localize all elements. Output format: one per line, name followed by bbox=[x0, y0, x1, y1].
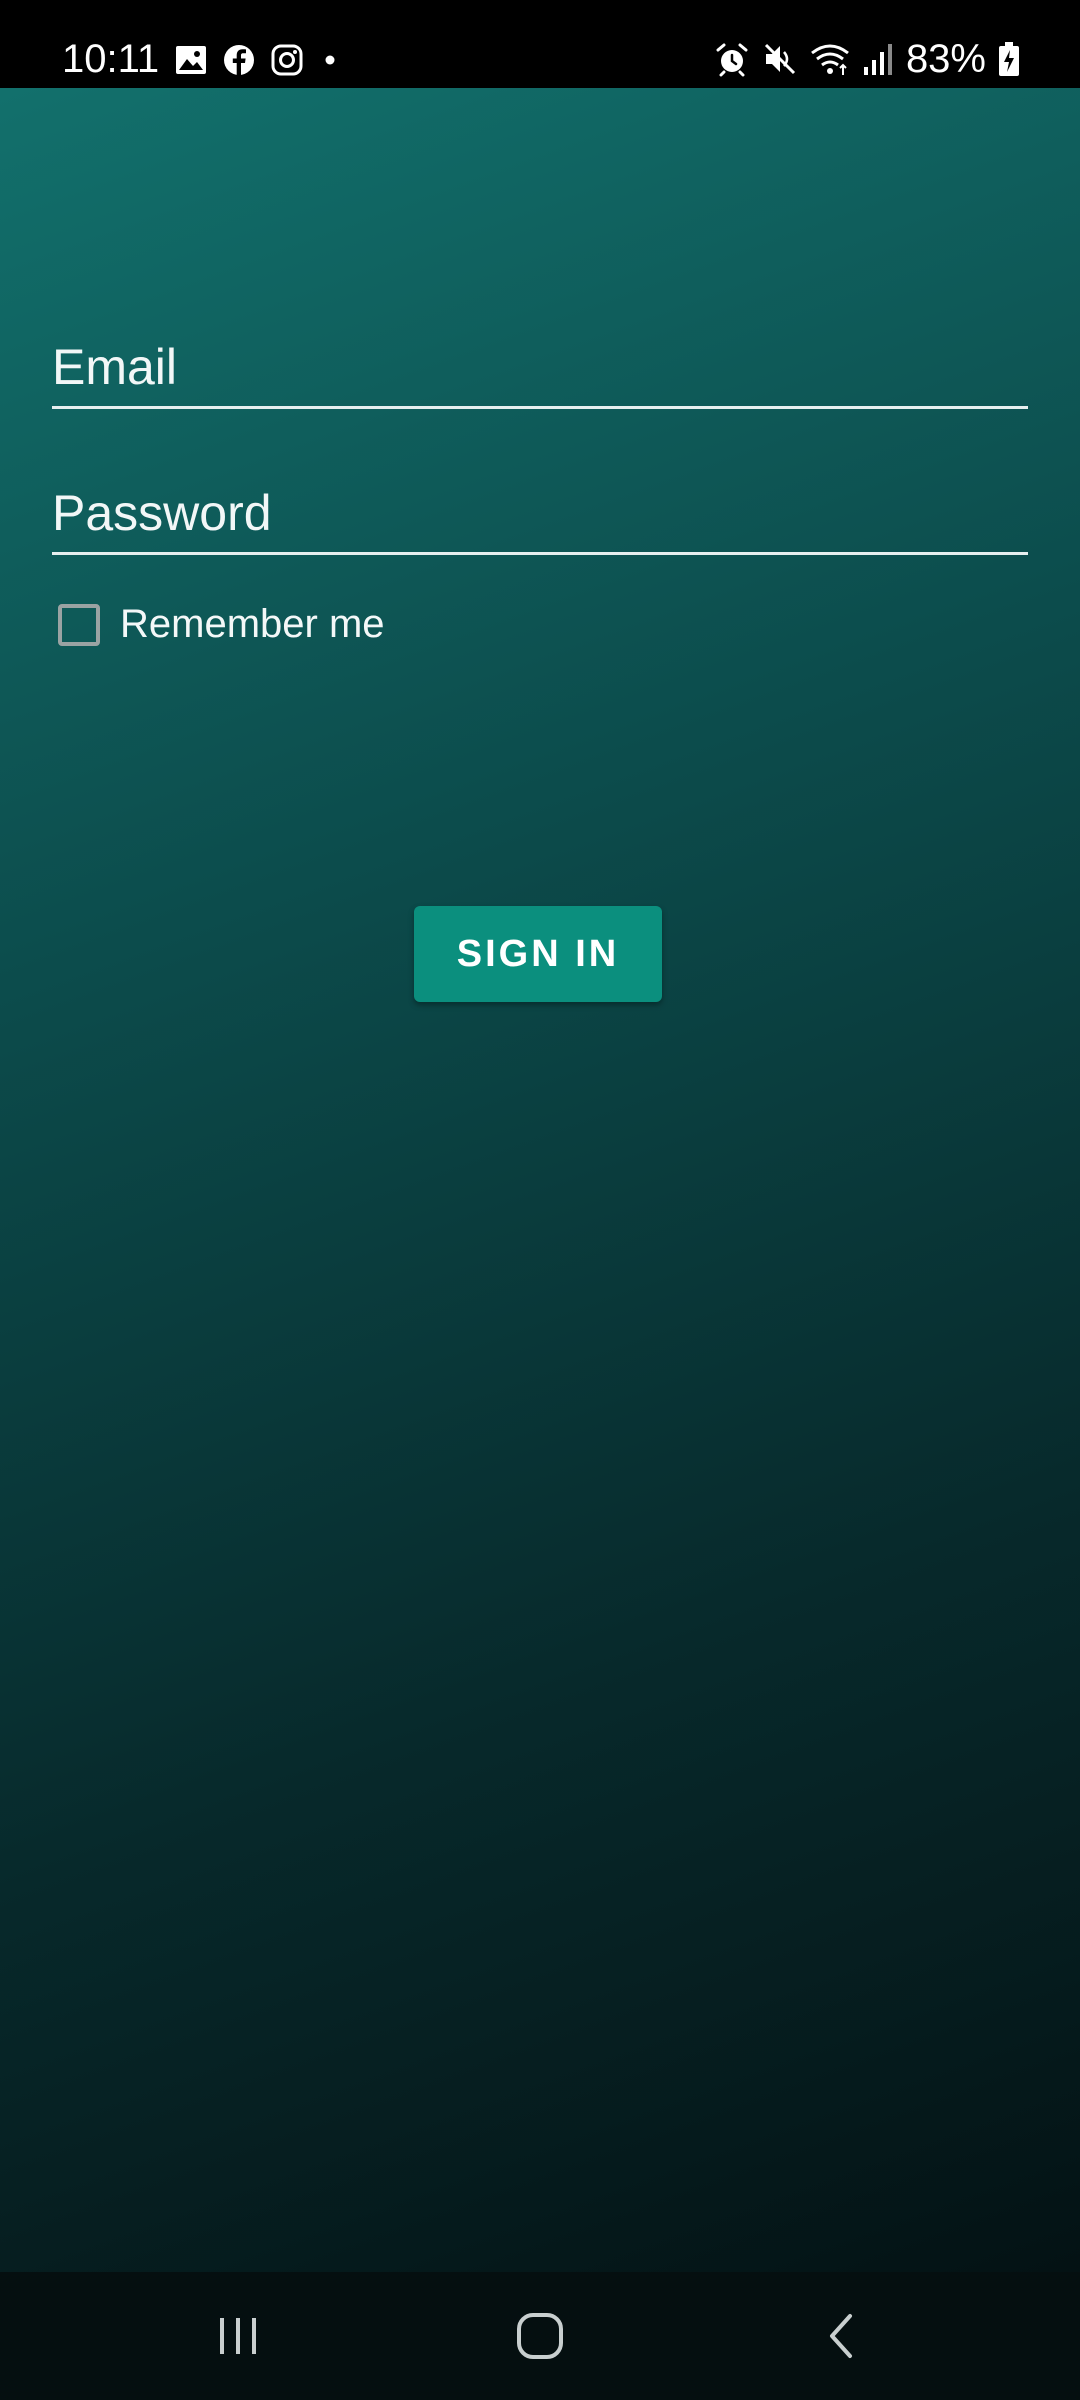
email-field-container bbox=[52, 328, 1028, 409]
remember-me-label: Remember me bbox=[120, 602, 385, 646]
back-button[interactable] bbox=[762, 2272, 922, 2400]
password-field[interactable] bbox=[52, 484, 1028, 542]
remember-me-row[interactable]: Remember me bbox=[58, 602, 385, 647]
battery-percent: 83% bbox=[905, 37, 986, 81]
status-left-icons bbox=[174, 40, 342, 80]
password-field-container bbox=[52, 474, 1028, 555]
status-bar: 10:11 83% bbox=[0, 0, 1080, 88]
instagram-icon bbox=[270, 43, 304, 77]
facebook-icon bbox=[222, 43, 256, 77]
recents-icon bbox=[214, 2312, 262, 2360]
sign-in-button[interactable]: SIGN IN bbox=[414, 906, 662, 1002]
email-field[interactable] bbox=[52, 338, 1028, 396]
mute-icon bbox=[762, 41, 798, 77]
notification-dot-icon bbox=[318, 43, 342, 77]
navigation-bar bbox=[0, 2272, 1080, 2400]
battery-charging-icon bbox=[998, 41, 1020, 77]
wifi-icon bbox=[810, 41, 850, 77]
status-right-icons: 83% bbox=[714, 36, 1020, 82]
alarm-icon bbox=[714, 41, 750, 77]
recents-button[interactable] bbox=[158, 2272, 318, 2400]
login-screen: Remember me SIGN IN bbox=[0, 88, 1080, 2272]
status-time: 10:11 bbox=[62, 37, 160, 81]
screen: 10:11 83% Email Remember me SIGN IN bbox=[0, 0, 1080, 2400]
remember-me-checkbox[interactable] bbox=[58, 603, 100, 646]
home-icon bbox=[514, 2310, 566, 2362]
signal-icon bbox=[862, 41, 894, 77]
home-button[interactable] bbox=[460, 2272, 620, 2400]
back-icon bbox=[818, 2312, 866, 2360]
gallery-icon bbox=[174, 43, 208, 77]
